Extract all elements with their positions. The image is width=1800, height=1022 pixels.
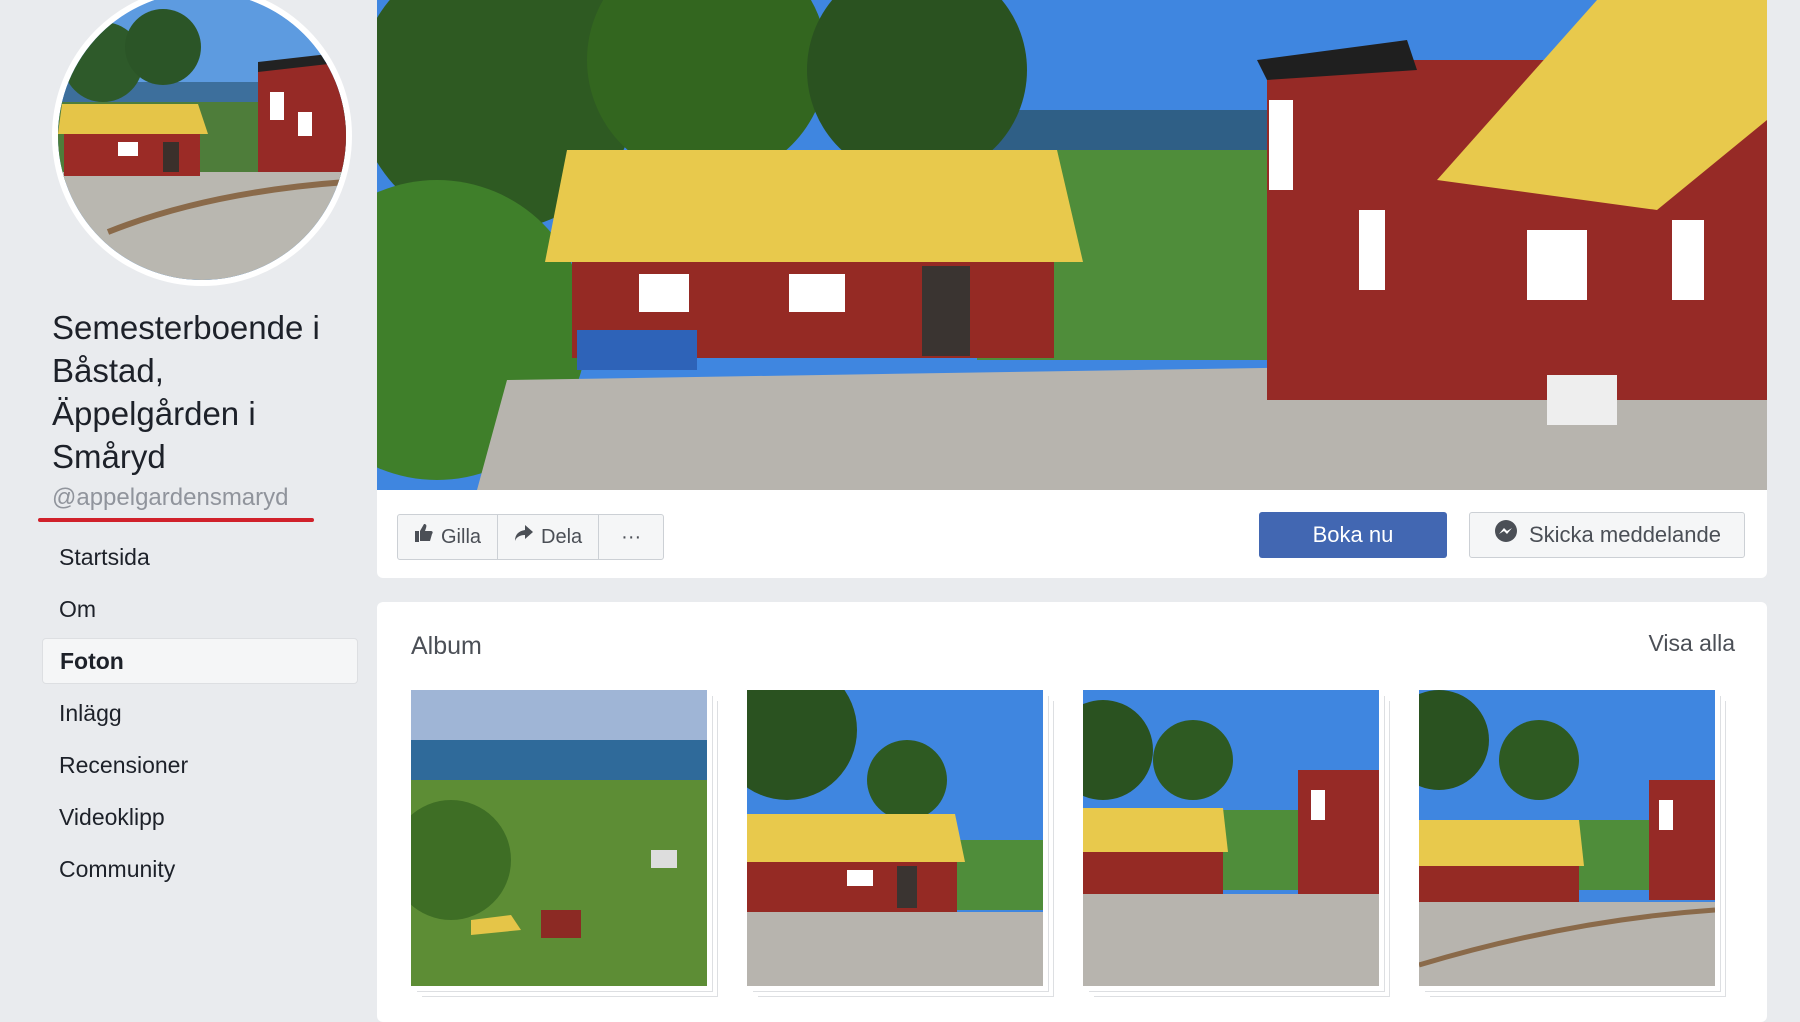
album-thumbnails bbox=[411, 690, 1715, 986]
like-label: Gilla bbox=[441, 526, 482, 548]
album-thumbnail[interactable] bbox=[747, 690, 1043, 986]
nav-item-foton[interactable]: Foton bbox=[42, 638, 358, 684]
thumbs-up-icon bbox=[414, 515, 434, 559]
send-message-button[interactable]: Skicka meddelande bbox=[1469, 512, 1745, 558]
sidebar: Semesterboende i Båstad, Äppelgården i S… bbox=[0, 0, 372, 1000]
page-handle[interactable]: @appelgardensmaryd bbox=[52, 484, 289, 512]
nav-item-om[interactable]: Om bbox=[42, 586, 358, 632]
share-label: Dela bbox=[541, 526, 583, 548]
album-thumbnail[interactable] bbox=[411, 690, 707, 986]
cover-card: Gilla Dela ··· Boka nu Skicka meddelande bbox=[377, 0, 1767, 578]
like-button[interactable]: Gilla bbox=[398, 515, 499, 559]
page-nav: Startsida Om Foton Inlägg Recensioner Vi… bbox=[42, 534, 358, 898]
album-thumbnail[interactable] bbox=[1419, 690, 1715, 986]
view-all-link[interactable]: Visa alla bbox=[1648, 630, 1735, 657]
nav-item-community[interactable]: Community bbox=[42, 846, 358, 892]
nav-item-videoklipp[interactable]: Videoklipp bbox=[42, 794, 358, 840]
send-message-label: Skicka meddelande bbox=[1528, 522, 1721, 547]
handle-underline bbox=[38, 518, 314, 522]
more-icon: ··· bbox=[621, 526, 642, 548]
cover-photo[interactable] bbox=[377, 0, 1767, 490]
book-now-button[interactable]: Boka nu bbox=[1259, 512, 1447, 558]
nav-item-recensioner[interactable]: Recensioner bbox=[42, 742, 358, 788]
profile-picture[interactable] bbox=[52, 0, 352, 286]
more-options-button[interactable]: ··· bbox=[599, 515, 663, 559]
share-button[interactable]: Dela bbox=[498, 515, 600, 559]
messenger-icon bbox=[1493, 519, 1519, 551]
album-card: Album Visa alla bbox=[377, 602, 1767, 1022]
album-heading: Album bbox=[411, 632, 482, 660]
nav-item-inlagg[interactable]: Inlägg bbox=[42, 690, 358, 736]
nav-item-startsida[interactable]: Startsida bbox=[42, 534, 358, 580]
album-thumbnail[interactable] bbox=[1083, 690, 1379, 986]
page-title[interactable]: Semesterboende i Båstad, Äppelgården i S… bbox=[52, 306, 352, 478]
page-actions: Gilla Dela ··· bbox=[397, 514, 665, 560]
share-icon bbox=[514, 515, 534, 559]
